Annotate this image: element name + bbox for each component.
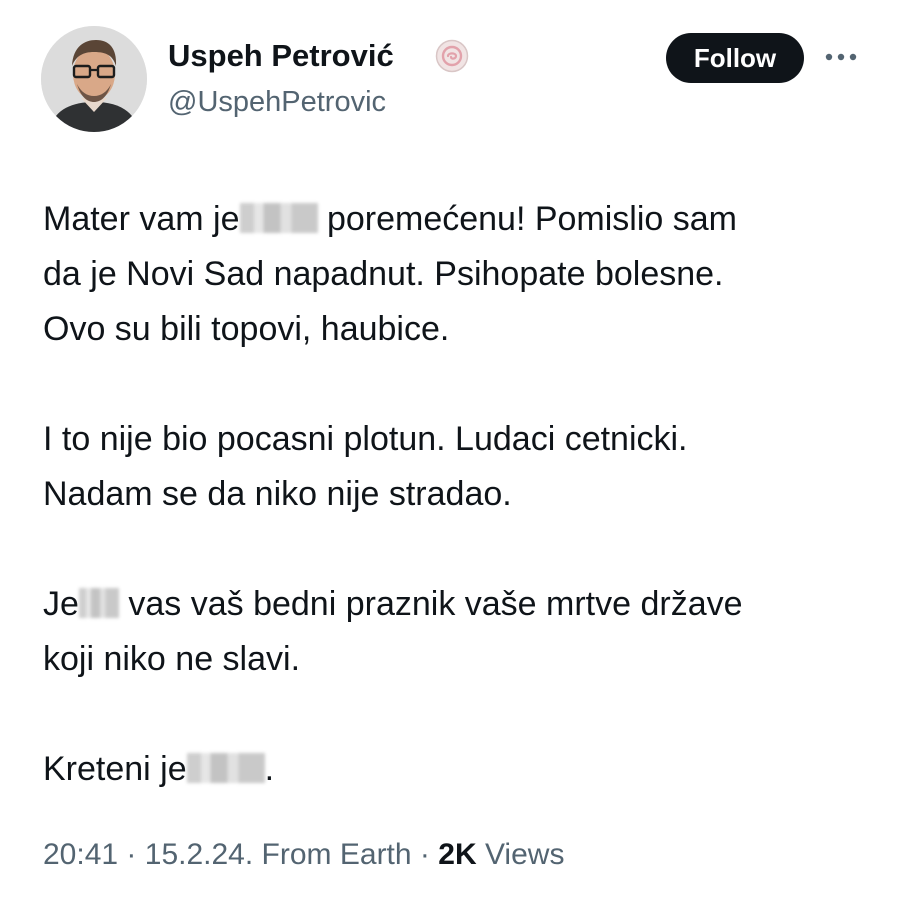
tweet-time[interactable]: 20:41	[43, 838, 118, 871]
meta-separator: ·	[419, 838, 430, 871]
meta-separator: ·	[126, 838, 137, 871]
tweet-line: Nadam se da niko nije stradao.	[43, 475, 512, 513]
tweet-paragraph: Mater vam je poremećenu! Pomislio sam da…	[43, 192, 883, 357]
tweet-line: Je vas vaš bedni praznik vaše mrtve drža…	[43, 577, 883, 632]
more-options-icon[interactable]	[820, 40, 862, 74]
profile-photo	[41, 26, 147, 132]
censored-word	[78, 588, 119, 618]
verified-badge-icon[interactable]	[434, 38, 470, 74]
tweet-text: Mater vam je poremećenu! Pomislio sam da…	[43, 192, 883, 797]
author-display-name[interactable]: Uspeh Petrović	[168, 38, 394, 74]
views-count[interactable]: 2K	[438, 838, 476, 871]
censored-word	[186, 753, 265, 783]
tweet-text-segment: Mater vam je	[43, 200, 240, 238]
tweet-line: koji niko ne slavi.	[43, 640, 301, 678]
tweet-text-segment: .	[264, 750, 275, 788]
tweet-paragraph: I to nije bio pocasni plotun. Ludaci cet…	[43, 412, 883, 522]
tweet-source: From Earth	[261, 838, 412, 871]
censored-word	[239, 203, 318, 233]
tweet-text-segment: Kreteni je	[43, 750, 187, 788]
tweet-paragraph: Kreteni je.	[43, 742, 883, 797]
author-handle[interactable]: @UspehPetrovic	[168, 86, 386, 119]
avatar[interactable]	[41, 26, 147, 132]
tweet-line: da je Novi Sad napadnut. Psihopate boles…	[43, 255, 724, 293]
tweet-card: Uspeh Petrović @UspehPetrovic Follow Mat…	[0, 0, 900, 905]
tweet-date[interactable]: 15.2.24.	[145, 838, 253, 871]
tweet-line: Ovo su bili topovi, haubice.	[43, 310, 450, 348]
tweet-paragraph: Je vas vaš bedni praznik vaše mrtve drža…	[43, 577, 883, 687]
views-label[interactable]: Views	[485, 838, 564, 871]
tweet-line: Mater vam je poremećenu! Pomislio sam	[43, 192, 883, 247]
tweet-text-segment: Je	[43, 585, 79, 623]
tweet-metadata: 20:41 · 15.2.24. From Earth · 2K Views	[43, 838, 564, 872]
tweet-text-segment: poremećenu! Pomislio sam	[317, 200, 738, 238]
tweet-text-segment: vas vaš bedni praznik vaše mrtve države	[118, 585, 743, 623]
tweet-line: I to nije bio pocasni plotun. Ludaci cet…	[43, 420, 688, 458]
follow-button[interactable]: Follow	[666, 33, 804, 83]
tweet-line: Kreteni je.	[43, 742, 883, 797]
